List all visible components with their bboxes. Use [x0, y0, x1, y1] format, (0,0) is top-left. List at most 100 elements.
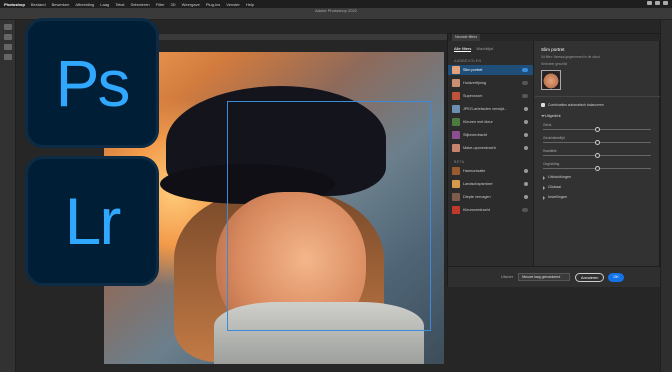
filter-settings: Slim portret Uit filter: Nemaal gegenere…: [535, 41, 661, 287]
filter-label: Diepte vervagen: [463, 195, 491, 199]
slider-handle[interactable]: [594, 166, 600, 171]
face-thumbnail[interactable]: [541, 70, 561, 90]
filter-thumb: [452, 167, 460, 175]
filter-label: Huidverfijning: [463, 81, 487, 85]
status-icons: [647, 1, 668, 5]
filter-thumb: [452, 66, 460, 74]
slider-geluk[interactable]: [543, 127, 651, 132]
cloud-icon: [524, 107, 528, 111]
menu-help[interactable]: Help: [246, 2, 254, 7]
tab-waitlist[interactable]: Wachtlijst: [476, 46, 493, 52]
group-expressions[interactable]: Uitdrukkingen: [543, 175, 655, 180]
search-icon[interactable]: [663, 1, 668, 5]
slider-label: Gezichtsleeftijd: [543, 136, 565, 140]
slider-label: Geluk: [543, 123, 552, 127]
output-label: Uitvoer: [501, 275, 514, 279]
auto-balance-label: Combinaties automatisch balanceren: [548, 103, 604, 107]
cloud-icon: [524, 120, 528, 124]
face-selection-box[interactable]: [227, 101, 431, 331]
filter-item[interactable]: Superzoom: [448, 91, 533, 101]
selected-face-label: Selecteer geschikt: [541, 62, 568, 66]
filter-thumb: [452, 118, 460, 126]
tab-all-filters[interactable]: Alle filters: [454, 46, 472, 52]
tools-panel: [0, 20, 16, 372]
filter-thumb: [452, 92, 460, 100]
slider-eye[interactable]: [543, 166, 651, 171]
marquee-tool-icon[interactable]: [3, 34, 12, 40]
section-featured: AANBEVOLEN: [454, 59, 482, 63]
settings-title: Slim portret: [541, 47, 565, 52]
filter-item[interactable]: Landschapsmixer: [448, 179, 533, 189]
group-settings[interactable]: Instellingen: [543, 195, 655, 200]
menu-selecteren[interactable]: Selecteren: [131, 2, 150, 7]
filter-label: Slim portret: [463, 68, 483, 72]
filter-thumb: [452, 79, 460, 87]
filter-thumb: [452, 180, 460, 188]
slider-handle[interactable]: [594, 153, 600, 158]
toggle-icon[interactable]: [522, 94, 528, 98]
filters-tabs: Alle filters Wachtlijst: [448, 41, 533, 52]
crop-tool-icon[interactable]: [3, 54, 12, 60]
output-select[interactable]: Nieuwe laag gemaskeerd: [518, 273, 571, 281]
filter-item[interactable]: Kleuroverdracht: [448, 205, 533, 215]
menu-laag[interactable]: Laag: [100, 2, 109, 7]
lasso-tool-icon[interactable]: [3, 44, 12, 50]
menu-venster[interactable]: Venster: [226, 2, 240, 7]
toggle-icon[interactable]: [522, 208, 528, 212]
tab-neural-filters[interactable]: Neurale filters: [452, 34, 481, 41]
cloud-icon: [524, 182, 528, 186]
filter-item[interactable]: Diepte vervagen: [448, 192, 533, 202]
filter-item[interactable]: Slim portret: [448, 65, 533, 75]
menu-tekst[interactable]: Tekst: [115, 2, 124, 7]
filter-label: Kleuren met kleur: [463, 120, 493, 124]
slider-handle[interactable]: [594, 127, 600, 132]
filter-item[interactable]: Huidverfijning: [448, 78, 533, 88]
move-tool-icon[interactable]: [3, 24, 12, 30]
filter-item[interactable]: Kleuren met kleur: [448, 117, 533, 127]
filters-list: Alle filters Wachtlijst AANBEVOLEN Slim …: [448, 41, 534, 287]
filter-thumb: [452, 131, 460, 139]
menu-filter[interactable]: Filter: [156, 2, 165, 7]
toggle-icon[interactable]: [522, 68, 528, 72]
cloud-icon: [524, 169, 528, 173]
filter-label: JPEG-artefacten verwijd...: [463, 107, 508, 111]
filter-label: Kleuroverdracht: [463, 208, 490, 212]
battery-icon: [647, 1, 652, 5]
right-dock: [660, 20, 672, 372]
menu-plugins[interactable]: Plug-ins: [206, 2, 220, 7]
photoshop-logo: Ps: [25, 18, 159, 148]
group-featured[interactable]: Uitgelicht: [541, 114, 655, 118]
settings-subtitle: Uit filter: Nemaal gegenereerd in de clo…: [541, 55, 600, 59]
cancel-button[interactable]: Annuleren: [575, 272, 605, 282]
ok-button[interactable]: OK: [608, 272, 624, 282]
auto-balance-checkbox[interactable]: Combinaties automatisch balanceren: [541, 103, 655, 107]
neural-filters-panel: Neurale filters Alle filters Wachtlijst …: [447, 33, 661, 287]
menu-bestand[interactable]: Bestand: [31, 2, 46, 7]
slider-handle[interactable]: [594, 140, 600, 145]
panel-tabbar: Neurale filters: [448, 34, 661, 41]
slider-face-age[interactable]: [543, 140, 651, 145]
filter-label: Stijloverdracht: [463, 133, 488, 137]
slider-hair[interactable]: [543, 153, 651, 158]
menu-weergave[interactable]: Weergave: [182, 2, 200, 7]
slider-label: Haardikte: [543, 149, 557, 153]
filter-thumb: [452, 105, 460, 113]
menu-bewerken[interactable]: Bewerken: [52, 2, 70, 7]
group-global[interactable]: Globaal: [543, 185, 655, 190]
divider: [535, 96, 661, 97]
toggle-icon[interactable]: [522, 81, 528, 85]
filter-item[interactable]: JPEG-artefacten verwijd...: [448, 104, 533, 114]
menu-3d[interactable]: 3D: [171, 2, 176, 7]
photoshop-logo-text: Ps: [55, 46, 130, 120]
checkbox-icon[interactable]: [541, 103, 545, 107]
menu-afbeelding[interactable]: Afbeelding: [75, 2, 94, 7]
lightroom-logo: Lr: [25, 156, 159, 286]
menu-photoshop[interactable]: Photoshop: [4, 2, 25, 7]
filter-item[interactable]: Harmonisatie: [448, 166, 533, 176]
menubar: Photoshop Bestand Bewerken Afbeelding La…: [0, 0, 672, 8]
cloud-icon: [524, 133, 528, 137]
filter-item[interactable]: Make-upoverdracht: [448, 143, 533, 153]
filter-item[interactable]: Stijloverdracht: [448, 130, 533, 140]
filter-thumb: [452, 144, 460, 152]
section-beta: BÈTA: [454, 160, 465, 164]
